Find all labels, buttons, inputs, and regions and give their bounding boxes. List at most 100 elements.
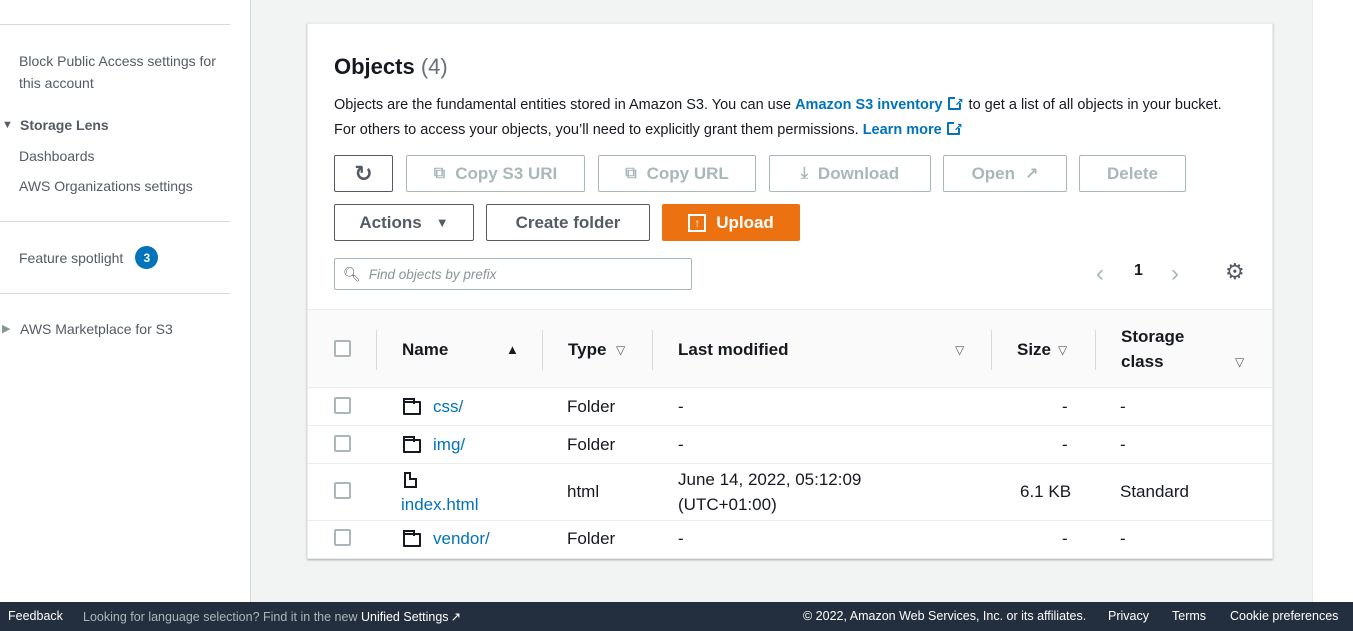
sidebar-section-storage-lens[interactable]: ▼ Storage Lens: [2, 115, 109, 135]
object-name-link[interactable]: index.html: [401, 492, 478, 517]
external-link-icon: [946, 116, 963, 141]
sidebar-item-feature-spotlight[interactable]: Feature spotlight 3: [19, 246, 159, 269]
page-number[interactable]: 1: [1134, 262, 1143, 280]
copy-url-button[interactable]: ⧉ Copy URL: [598, 155, 756, 192]
column-header-name[interactable]: Name: [402, 337, 448, 362]
table-row[interactable]: index.html html June 14, 2022, 05:12:09 …: [308, 464, 1272, 521]
caret-down-icon: ▼: [435, 215, 449, 230]
objects-count: (4): [420, 54, 448, 79]
table-row[interactable]: img/ Folder - - -: [308, 426, 1272, 464]
footer: Feedback Looking for language selection?…: [0, 602, 1353, 631]
object-storage-class: Standard: [1120, 482, 1189, 501]
object-storage-class: -: [1120, 435, 1126, 454]
sidebar-divider: [0, 293, 230, 294]
search-input[interactable]: [368, 266, 669, 282]
right-panel-edge: [1312, 0, 1353, 602]
description-text: Objects are the fundamental entities sto…: [334, 97, 796, 113]
row-checkbox[interactable]: [334, 435, 351, 452]
next-page-icon[interactable]: ›: [1171, 260, 1179, 288]
search-icon: 🔍︎: [343, 265, 361, 282]
table-header: Name ▲ Type ▽ Last modified ▽ Size ▽ Sto…: [308, 309, 1272, 388]
sidebar-section-marketplace[interactable]: ▶ AWS Marketplace for S3: [2, 319, 173, 339]
terms-link[interactable]: Terms: [1172, 609, 1206, 623]
caret-down-icon: ▼: [2, 119, 13, 131]
column-divider: [1095, 330, 1096, 370]
language-notice-text: Looking for language selection? Find it …: [83, 610, 361, 624]
column-header-size[interactable]: Size: [1017, 337, 1051, 362]
sort-icon[interactable]: ▽: [955, 343, 964, 357]
cookie-preferences-link[interactable]: Cookie preferences: [1230, 609, 1338, 623]
objects-description: Objects are the fundamental entities sto…: [334, 91, 1244, 143]
sort-icon[interactable]: ▽: [1235, 355, 1244, 369]
sidebar-divider: [0, 221, 230, 222]
button-label: Open: [971, 163, 1016, 183]
refresh-icon: ↻: [354, 160, 373, 186]
column-header-type[interactable]: Type: [568, 337, 606, 362]
download-button[interactable]: ⤓ Download: [769, 155, 931, 192]
table-row[interactable]: vendor/ Folder - - -: [308, 521, 1272, 558]
learn-more-link[interactable]: Learn more: [863, 122, 942, 138]
button-label: Create folder: [515, 212, 621, 232]
feedback-link[interactable]: Feedback: [8, 609, 63, 623]
object-name-link[interactable]: vendor/: [433, 526, 490, 551]
object-storage-class: -: [1120, 397, 1126, 416]
table-row[interactable]: css/ Folder - - -: [308, 388, 1272, 426]
button-label: Upload: [716, 212, 774, 232]
sort-ascending-icon[interactable]: ▲: [506, 342, 519, 357]
object-size: -: [1062, 397, 1068, 416]
column-divider: [991, 330, 992, 370]
prev-page-icon[interactable]: ‹: [1096, 260, 1104, 288]
actions-dropdown[interactable]: Actions ▼: [334, 204, 474, 241]
sidebar-item-label: Feature spotlight: [19, 249, 124, 266]
object-name-link[interactable]: img/: [433, 432, 465, 457]
upload-icon: ↑: [688, 213, 707, 232]
object-last-modified: -: [678, 435, 684, 454]
download-icon: ⤓: [800, 164, 808, 182]
column-divider: [376, 330, 377, 370]
objects-panel: Objects (4) Objects are the fundamental …: [307, 23, 1273, 559]
select-all-checkbox[interactable]: [334, 340, 351, 357]
file-icon: [404, 472, 417, 488]
copy-s3-uri-button[interactable]: ⧉ Copy S3 URI: [406, 155, 585, 192]
folder-icon: [403, 398, 421, 415]
folder-icon: [403, 436, 421, 453]
upload-button[interactable]: ↑ Upload: [662, 204, 800, 241]
unified-settings-link[interactable]: Unified Settings: [361, 610, 449, 624]
search-field[interactable]: 🔍︎: [334, 258, 692, 290]
sort-icon[interactable]: ▽: [1058, 343, 1067, 357]
copyright-text: © 2022, Amazon Web Services, Inc. or its…: [803, 609, 1087, 623]
object-name-link[interactable]: css/: [433, 394, 463, 419]
button-label: Copy URL: [646, 163, 729, 183]
column-header-storage-class[interactable]: Storage class: [1121, 324, 1201, 374]
open-button[interactable]: Open ↗: [943, 155, 1067, 192]
caret-right-icon: ▶: [2, 323, 11, 335]
delete-button[interactable]: Delete: [1079, 155, 1186, 192]
sidebar-section-label: Storage Lens: [20, 117, 109, 133]
object-storage-class: -: [1120, 529, 1126, 548]
object-last-modified: -: [678, 397, 684, 416]
create-folder-button[interactable]: Create folder: [486, 204, 650, 241]
sidebar-item-block-public-access[interactable]: Block Public Access settings for this ac…: [19, 50, 229, 94]
copy-icon: ⧉: [625, 164, 637, 182]
refresh-button[interactable]: ↻: [334, 155, 393, 192]
object-last-modified: -: [678, 529, 684, 548]
copy-icon: ⧉: [433, 164, 446, 182]
column-header-last-modified[interactable]: Last modified: [678, 337, 789, 362]
object-size: 6.1 KB: [1020, 482, 1072, 501]
row-checkbox[interactable]: [334, 529, 351, 546]
row-checkbox[interactable]: [334, 397, 351, 414]
sidebar-item-aws-org-settings[interactable]: AWS Organizations settings: [19, 175, 193, 197]
sidebar-divider: [0, 24, 230, 25]
row-checkbox[interactable]: [334, 482, 351, 499]
external-link-icon: ↗: [450, 610, 462, 624]
sidebar-item-dashboards[interactable]: Dashboards: [19, 145, 95, 167]
button-label: Actions: [359, 212, 422, 232]
button-label: Copy S3 URI: [455, 163, 558, 183]
column-divider: [542, 330, 543, 370]
object-last-modified: June 14, 2022, 05:12:09: [678, 470, 862, 489]
privacy-link[interactable]: Privacy: [1108, 609, 1149, 623]
object-last-modified-tz: (UTC+01:00): [678, 495, 777, 514]
sort-icon[interactable]: ▽: [616, 343, 625, 357]
gear-icon[interactable]: ⚙: [1225, 259, 1245, 285]
s3-inventory-link[interactable]: Amazon S3 inventory: [795, 97, 942, 113]
